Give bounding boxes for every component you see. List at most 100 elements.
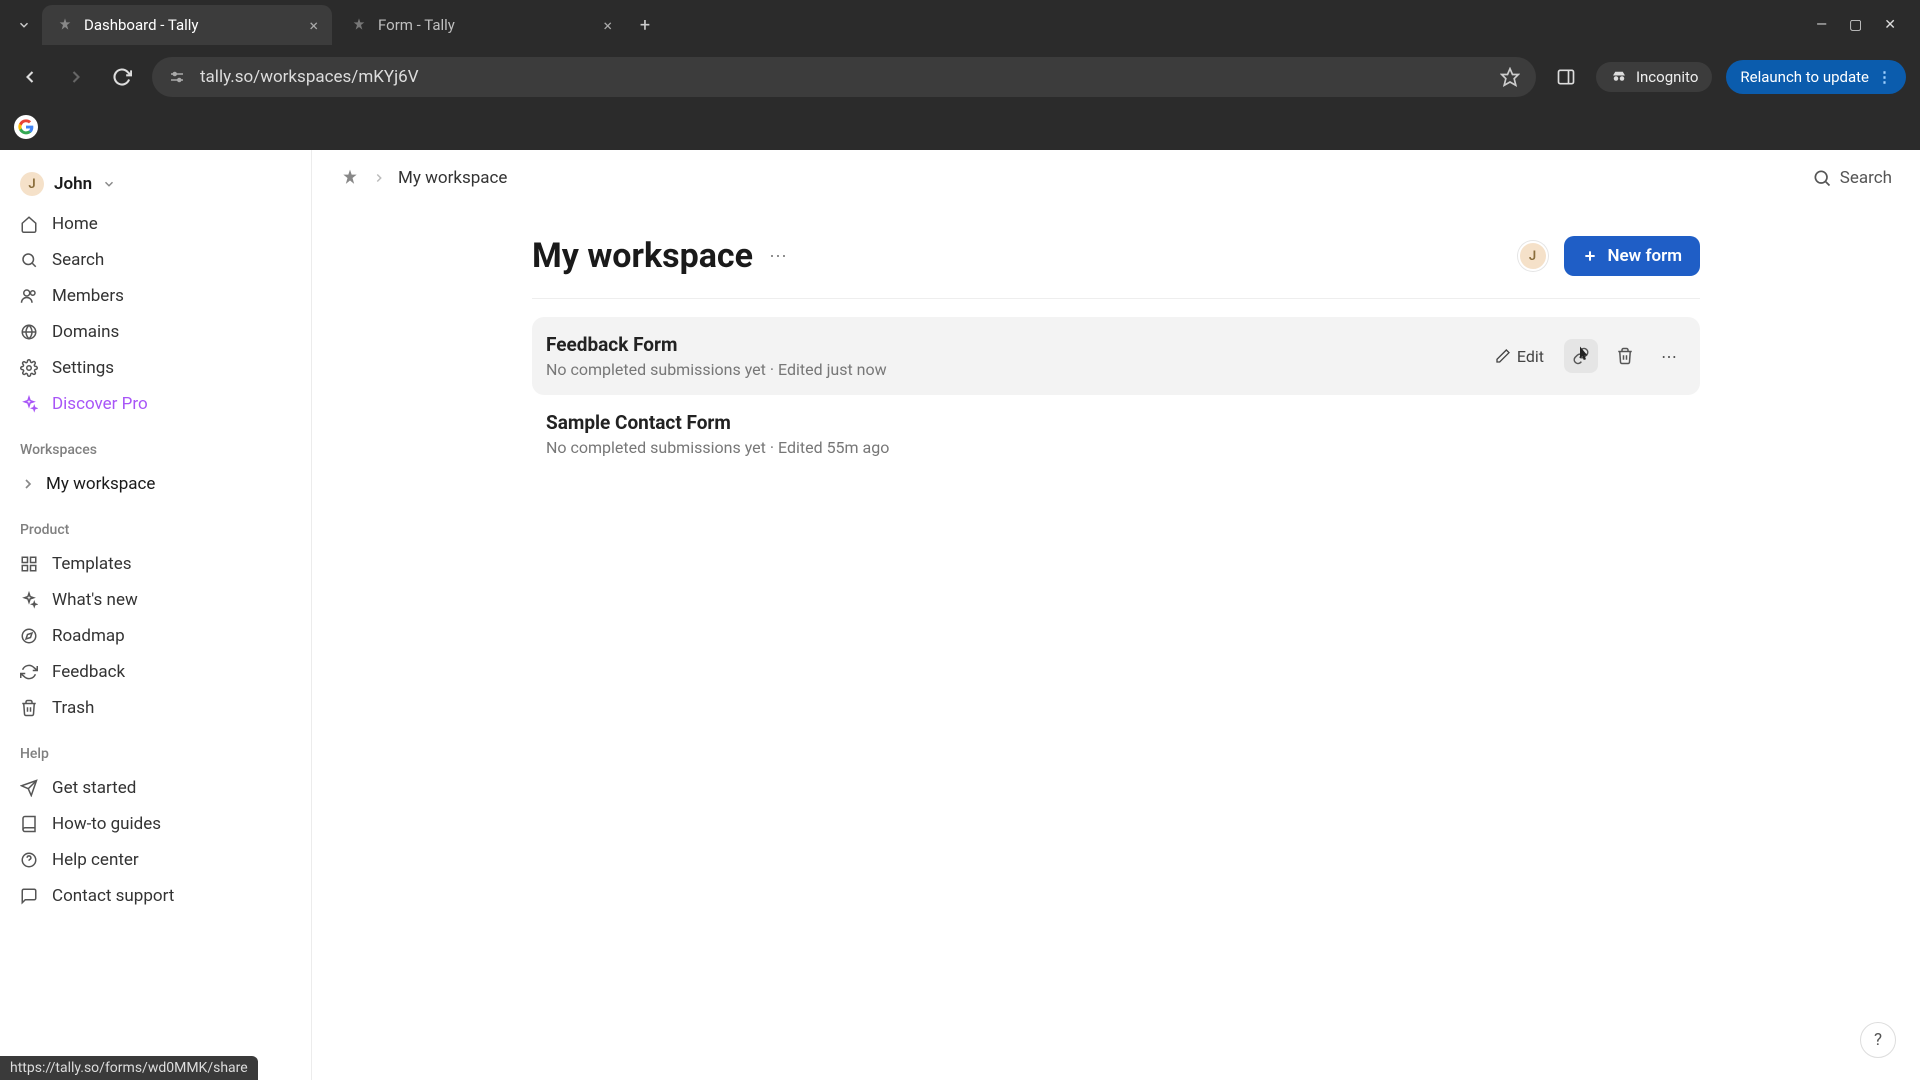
form-actions: Edit ⋯ <box>1485 339 1686 373</box>
sidebar-item-label: Get started <box>52 778 136 798</box>
form-row[interactable]: Sample Contact FormNo completed submissi… <box>532 395 1700 473</box>
status-bar-link: https://tally.so/forms/wd0MMK/share <box>0 1056 258 1080</box>
refresh-icon <box>20 663 40 681</box>
reload-button[interactable] <box>106 61 138 93</box>
incognito-label: Incognito <box>1636 68 1698 86</box>
help-fab-button[interactable]: ? <box>1860 1022 1896 1058</box>
sidebar-item-label: Templates <box>52 554 132 574</box>
incognito-indicator[interactable]: Incognito <box>1596 62 1712 92</box>
workspace-title: My workspace <box>532 236 753 276</box>
sidebar-item-help-center[interactable]: Help center <box>10 842 301 878</box>
minimize-icon[interactable]: — <box>1816 17 1827 33</box>
chat-icon <box>20 887 40 905</box>
tab-close-icon[interactable]: × <box>603 16 612 35</box>
sidebar-item-discover-pro[interactable]: Discover Pro <box>10 386 301 422</box>
home-icon <box>20 215 40 233</box>
sparkle-icon <box>20 395 40 413</box>
gear-icon <box>20 359 40 377</box>
form-row[interactable]: Feedback Form No completed submissions ye… <box>532 317 1700 395</box>
bookmark-star-icon[interactable] <box>1500 67 1520 87</box>
relaunch-button[interactable]: Relaunch to update ⋮ <box>1726 60 1906 94</box>
users-icon <box>20 287 40 305</box>
sidebar-item-feedback[interactable]: Feedback <box>10 654 301 690</box>
sidebar-item-label: Trash <box>52 698 94 718</box>
search-button[interactable]: Search <box>1812 168 1892 188</box>
more-menu-button[interactable]: ⋯ <box>1652 339 1686 373</box>
tab-close-icon[interactable]: × <box>309 16 318 35</box>
workspace-name: My workspace <box>46 474 155 494</box>
form-list: Feedback Form No completed submissions ye… <box>532 317 1700 473</box>
compass-icon <box>20 627 40 645</box>
workspace-menu-icon[interactable]: ⋯ <box>769 246 789 267</box>
app-root: J John Home Search Members Domains Settings D… <box>0 150 1920 1080</box>
new-tab-button[interactable]: + <box>630 10 660 40</box>
address-bar: tally.so/workspaces/mKYj6V Incognito Rel… <box>0 50 1920 104</box>
sidebar-item-label: How-to guides <box>52 814 161 834</box>
tab-title: Form - Tally <box>378 16 593 34</box>
sidebar-item-label: Contact support <box>52 886 174 906</box>
sidebar-item-trash[interactable]: Trash <box>10 690 301 726</box>
workspace-member-avatar[interactable]: J <box>1518 241 1548 271</box>
sidebar-item-home[interactable]: Home <box>10 206 301 242</box>
sidebar-item-label: Settings <box>52 358 114 378</box>
sidebar-item-how-to-guides[interactable]: How-to guides <box>10 806 301 842</box>
back-button[interactable] <box>14 61 46 93</box>
sidebar-item-label: Help center <box>52 850 139 870</box>
browser-tab-inactive[interactable]: Form - Tally × <box>336 5 626 45</box>
maximize-icon[interactable]: ▢ <box>1849 17 1862 33</box>
browser-tab-active[interactable]: Dashboard - Tally × <box>42 5 332 45</box>
sidebar-item-domains[interactable]: Domains <box>10 314 301 350</box>
book-icon <box>20 815 40 833</box>
panel-icon[interactable] <box>1550 61 1582 93</box>
close-window-icon[interactable]: ✕ <box>1884 17 1896 33</box>
sidebar-item-get-started[interactable]: Get started <box>10 770 301 806</box>
tally-favicon-icon <box>56 16 74 34</box>
google-bookmark-icon[interactable] <box>14 115 38 139</box>
help-icon <box>20 851 40 869</box>
bookmarks-bar <box>0 104 1920 150</box>
new-form-button[interactable]: New form <box>1564 236 1701 276</box>
window-controls: — ▢ ✕ <box>1816 17 1910 33</box>
url-input[interactable]: tally.so/workspaces/mKYj6V <box>152 57 1536 97</box>
sidebar-item-label: Domains <box>52 322 119 342</box>
send-icon <box>20 779 40 797</box>
sidebar-item-settings[interactable]: Settings <box>10 350 301 386</box>
breadcrumb[interactable]: My workspace <box>398 168 507 188</box>
tally-favicon-icon <box>350 16 368 34</box>
browser-chrome: Dashboard - Tally × Form - Tally × + — ▢… <box>0 0 1920 150</box>
main-area: My workspace Search My workspace ⋯ J New… <box>312 150 1920 1080</box>
edit-label: Edit <box>1517 347 1544 366</box>
form-meta: No completed submissions yet · Edited ju… <box>546 360 1485 379</box>
sidebar-item-label: What's new <box>52 590 138 610</box>
edit-button[interactable]: Edit <box>1485 341 1554 372</box>
chevron-right-icon <box>20 476 36 492</box>
tab-bar: Dashboard - Tally × Form - Tally × + — ▢… <box>0 0 1920 50</box>
workspace-content: My workspace ⋯ J New form Feedback Form N… <box>312 206 1920 503</box>
delete-button[interactable] <box>1608 339 1642 373</box>
sidebar-item-label: Discover Pro <box>52 394 148 414</box>
form-title: Feedback Form <box>546 333 1485 356</box>
sidebar-item-what-s-new[interactable]: What's new <box>10 582 301 618</box>
tab-search-dropdown[interactable] <box>10 11 38 39</box>
grid-icon <box>20 555 40 573</box>
sidebar-item-members[interactable]: Members <box>10 278 301 314</box>
topbar: My workspace Search <box>312 150 1920 206</box>
share-link-button[interactable] <box>1564 339 1598 373</box>
globe-icon <box>20 323 40 341</box>
help-section-label: Help <box>10 728 301 768</box>
sidebar-item-label: Search <box>52 250 104 270</box>
sidebar-item-search[interactable]: Search <box>10 242 301 278</box>
sidebar-item-workspace[interactable]: My workspace <box>10 466 301 502</box>
product-section-label: Product <box>10 504 301 544</box>
site-settings-icon[interactable] <box>168 68 186 86</box>
trash-icon <box>20 699 40 717</box>
brand-logo-icon[interactable] <box>340 168 360 188</box>
sidebar-item-templates[interactable]: Templates <box>10 546 301 582</box>
forward-button[interactable] <box>60 61 92 93</box>
search-label: Search <box>1840 168 1892 188</box>
user-switcher[interactable]: J John <box>10 164 301 204</box>
sidebar-item-contact-support[interactable]: Contact support <box>10 878 301 914</box>
sidebar-item-roadmap[interactable]: Roadmap <box>10 618 301 654</box>
user-name: John <box>54 174 92 194</box>
sidebar-item-label: Feedback <box>52 662 125 682</box>
